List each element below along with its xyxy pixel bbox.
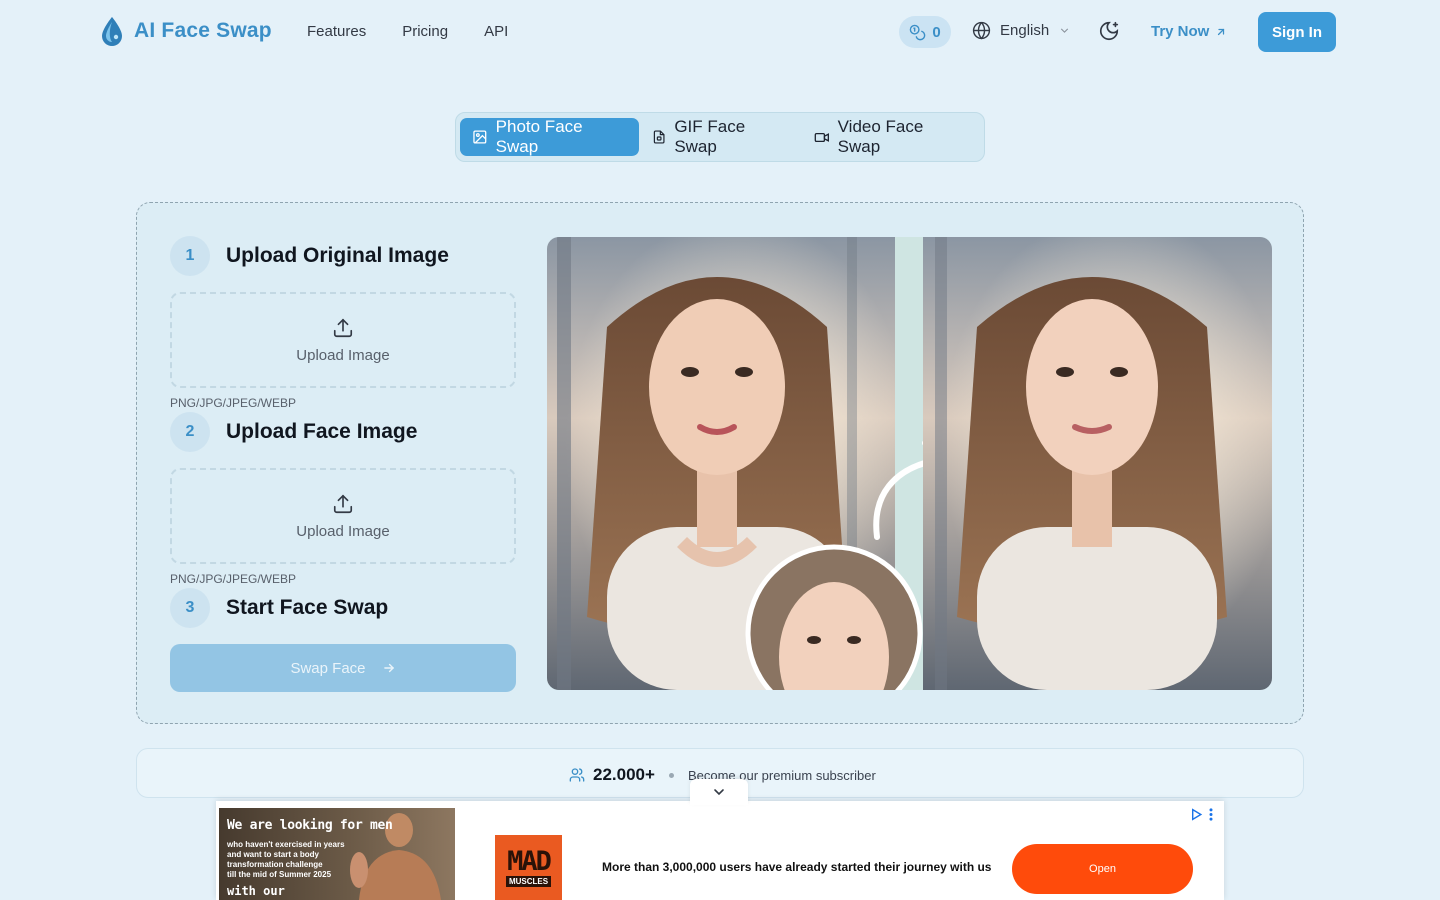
step-number: 2 [170, 412, 210, 452]
step-title: Start Face Swap [226, 596, 389, 619]
bottom-ad-banner[interactable]: We are looking for men who haven't exerc… [216, 801, 1224, 900]
ad-logo-main: MAD [507, 846, 552, 877]
accepted-formats: PNG/JPG/JPEG/WEBP [170, 572, 297, 586]
subscriber-count: 22.000+ [593, 765, 655, 784]
swap-face-label: Swap Face [290, 659, 366, 677]
language-label: English [1000, 22, 1050, 39]
nav-pricing[interactable]: Pricing [402, 23, 448, 40]
ad-brand-logo[interactable]: MAD MUSCLES [495, 835, 562, 900]
logo[interactable]: AI Face Swap [100, 16, 272, 46]
main-nav: Features Pricing API [307, 23, 508, 40]
ad-collapse-toggle[interactable] [690, 779, 748, 805]
users-icon [569, 768, 585, 782]
tab-gif-label: GIF Face Swap [674, 117, 746, 156]
face-swap-panel: 1 Upload Original Image Upload Image PNG… [136, 202, 1304, 724]
tab-video-label: Video Face Swap [837, 117, 924, 156]
face-image-upload[interactable]: Upload Image [170, 468, 516, 564]
step-number: 3 [170, 588, 210, 628]
sign-in-button[interactable]: Sign In [1258, 12, 1336, 52]
step-title: Upload Face Image [226, 420, 418, 443]
face-swap-example-image [547, 237, 1272, 690]
separator-dot [668, 772, 674, 778]
theme-toggle[interactable] [1098, 20, 1120, 47]
ad-line: and want to start a body [227, 850, 320, 859]
tab-gif-face-swap[interactable]: GIF Face Swap [640, 117, 792, 156]
nav-features[interactable]: Features [307, 23, 366, 40]
step-2-header: 2 Upload Face Image [170, 412, 417, 452]
chevron-down-icon [1061, 28, 1069, 33]
water-drop-icon [102, 17, 122, 46]
video-camera-icon [814, 132, 829, 142]
upload-label: Upload Image [296, 346, 390, 364]
step-number: 1 [170, 236, 210, 276]
step-3-header: 3 Start Face Swap [170, 588, 388, 628]
moon-sparkle-icon [1099, 21, 1119, 41]
file-gif-icon [653, 130, 665, 144]
original-image-upload[interactable]: Upload Image [170, 292, 516, 388]
ad-image[interactable]: We are looking for men who haven't exerc… [219, 808, 455, 900]
tab-video-face-swap[interactable]: Video Face Swap [802, 117, 972, 156]
ad-headline: We are looking for men [227, 818, 393, 833]
ad-with-text: with our [227, 884, 285, 898]
step-title: Upload Original Image [226, 244, 449, 267]
accepted-formats: PNG/JPG/JPEG/WEBP [170, 396, 297, 410]
nav-api[interactable]: API [484, 23, 508, 40]
try-now-link[interactable]: Try Now [1151, 23, 1227, 40]
example-preview [547, 237, 1272, 690]
ad-open-button[interactable]: Open [1012, 844, 1193, 894]
arrow-right-icon [383, 663, 394, 673]
try-now-label: Try Now [1151, 23, 1210, 40]
step-1-header: 1 Upload Original Image [170, 236, 449, 276]
upload-icon [333, 494, 353, 513]
credits-count: 0 [932, 23, 941, 41]
ad-copy: More than 3,000,000 users have already s… [602, 860, 992, 874]
arrow-up-right-icon [1218, 28, 1225, 35]
logo-text: AI Face Swap [134, 19, 272, 42]
tab-photo-face-swap[interactable]: Photo Face Swap [460, 117, 639, 156]
upload-label: Upload Image [296, 522, 390, 540]
credits-badge[interactable]: 0 [899, 16, 951, 48]
top-header: AI Face Swap Features Pricing API 0 Engl… [0, 0, 1440, 64]
language-selector[interactable]: English [972, 21, 1071, 40]
coins-icon [910, 24, 926, 40]
ad-logo-sub: MUSCLES [505, 876, 552, 887]
tab-photo-label: Photo Face Swap [495, 117, 583, 156]
more-vertical-icon [1209, 808, 1213, 821]
image-icon [473, 130, 487, 144]
ad-body: who haven't exercised in years and want … [227, 840, 347, 880]
ad-line: transformation challenge [227, 860, 323, 869]
adchoices-play-icon [1192, 808, 1203, 821]
ad-line: till the mid of Summer 2025 [227, 870, 332, 879]
ad-choices[interactable] [1190, 808, 1213, 821]
swap-face-button[interactable]: Swap Face [170, 644, 516, 692]
upload-icon [333, 318, 353, 337]
swap-mode-tabs: Photo Face Swap GIF Face Swap Video Face… [455, 112, 985, 162]
globe-icon [972, 21, 991, 40]
chevron-down-icon [714, 789, 724, 796]
ad-line: who haven't exercised in years [227, 840, 345, 849]
